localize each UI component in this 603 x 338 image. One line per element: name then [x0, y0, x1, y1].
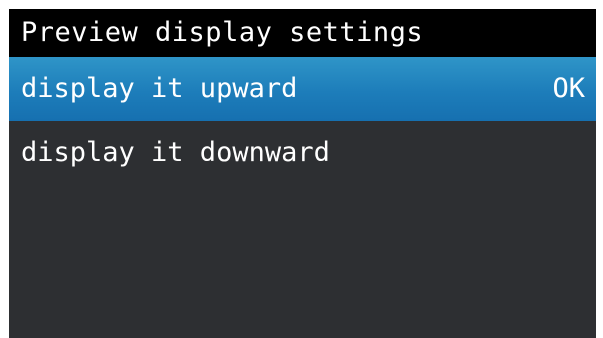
- menu-item-label: display it downward: [21, 137, 330, 168]
- menu-item-display-upward[interactable]: display it upward OK: [9, 57, 596, 121]
- menu-item-label: display it upward: [21, 73, 298, 104]
- title-bar: Preview display settings: [9, 9, 596, 57]
- device-screen: Preview display settings display it upwa…: [9, 9, 596, 338]
- selected-status-indicator: OK: [552, 73, 585, 104]
- menu-item-display-downward[interactable]: display it downward: [9, 121, 596, 185]
- page-title: Preview display settings: [21, 17, 424, 48]
